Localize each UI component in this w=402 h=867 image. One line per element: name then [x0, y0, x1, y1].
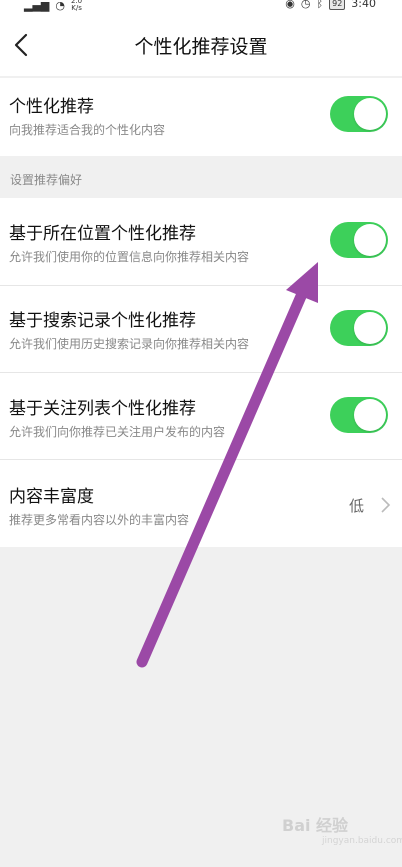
- watermark-url: jingyan.baidu.com: [322, 836, 402, 846]
- watermark-logo: Bai 经验: [282, 816, 349, 835]
- annotation-arrow: [136, 262, 318, 668]
